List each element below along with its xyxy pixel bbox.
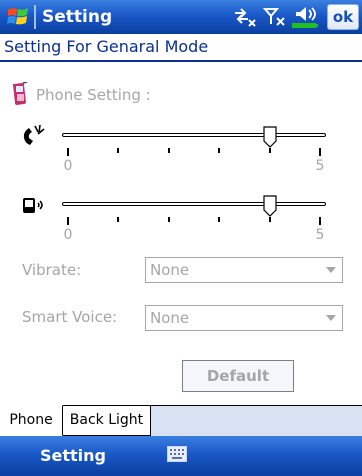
tab-strip: Phone Back Light (0, 405, 362, 436)
slider-tick (218, 148, 221, 153)
volume-icon[interactable] (290, 6, 324, 28)
system-volume-slider[interactable]: 0 5 (62, 195, 326, 251)
page-title: Setting For Genaral Mode (4, 37, 209, 56)
slider-tick (67, 217, 69, 225)
tab-back-light[interactable]: Back Light (63, 405, 151, 436)
ok-button[interactable]: ok (327, 4, 359, 30)
setting-softkey[interactable]: Setting (14, 444, 160, 468)
windows-start-icon[interactable] (6, 5, 30, 29)
battery-icon (292, 23, 318, 28)
slider-thumb[interactable] (262, 195, 277, 217)
phone-icon (12, 82, 28, 105)
smart-voice-value: None (150, 309, 190, 327)
ringer-icon (23, 124, 45, 145)
slider-tick (268, 148, 271, 153)
slider-thumb[interactable] (262, 126, 277, 148)
slider-tick (167, 148, 170, 153)
slider-tick (117, 217, 120, 222)
slider-tick (218, 217, 221, 222)
slider-max-label: 5 (315, 158, 325, 174)
slider-tick (319, 217, 321, 225)
ring-volume-slider[interactable]: 0 5 (62, 126, 326, 182)
slider-track (62, 202, 326, 206)
app-title: Setting (42, 7, 113, 27)
vibrate-value: None (150, 261, 190, 279)
chevron-down-icon (326, 315, 336, 321)
phone-setting-label: Phone Setting : (36, 86, 151, 104)
slider-min-label: 0 (63, 158, 73, 174)
tab-phone[interactable]: Phone (0, 405, 63, 436)
slider-max-label: 5 (315, 227, 325, 243)
default-button[interactable]: Default (182, 360, 294, 392)
device-volume-icon (23, 198, 43, 213)
slider-track (62, 133, 326, 137)
smart-voice-label: Smart Voice: (22, 308, 118, 326)
vibrate-dropdown[interactable]: None (145, 257, 343, 283)
smart-voice-dropdown[interactable]: None (145, 305, 343, 331)
slider-tick (167, 217, 170, 222)
slider-tick (67, 148, 69, 156)
chevron-down-icon (326, 267, 336, 273)
title-separator (34, 5, 36, 29)
keyboard-icon[interactable] (167, 446, 187, 462)
slider-tick (319, 148, 321, 156)
vibrate-label: Vibrate: (22, 261, 82, 279)
connectivity-icon[interactable] (232, 6, 258, 28)
signal-off-icon[interactable] (262, 6, 288, 28)
header-divider (0, 60, 362, 62)
slider-min-label: 0 (63, 227, 73, 243)
slider-tick (268, 217, 271, 222)
title-bar: Setting ok (0, 0, 362, 34)
slider-tick (117, 148, 120, 153)
softkey-bar: Setting (0, 436, 362, 476)
